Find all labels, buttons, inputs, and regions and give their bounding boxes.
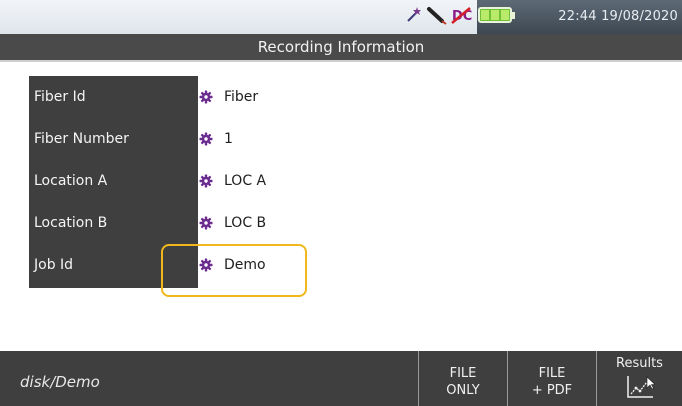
field-value[interactable]: Fiber bbox=[224, 76, 258, 118]
field-row-job-id[interactable]: Job Id Demo bbox=[0, 244, 682, 286]
page-title: Recording Information bbox=[0, 34, 682, 60]
file-pdf-button[interactable]: FILE + PDF bbox=[507, 351, 596, 406]
status-time: 22:44 bbox=[558, 9, 597, 24]
field-label: Fiber Number bbox=[34, 131, 129, 147]
field-row-fiber-number[interactable]: Fiber Number 1 bbox=[0, 118, 682, 160]
softkey-line: FILE bbox=[538, 365, 566, 381]
field-row-location-a[interactable]: Location A LOC A bbox=[0, 160, 682, 202]
gear-icon[interactable] bbox=[199, 174, 213, 188]
results-button[interactable]: Results bbox=[596, 351, 682, 406]
status-icons: DC bbox=[404, 4, 474, 26]
field-row-location-b[interactable]: Location B LOC B bbox=[0, 202, 682, 244]
title-divider bbox=[0, 60, 682, 62]
no-connection-icon: DC bbox=[451, 7, 472, 24]
field-value[interactable]: LOC B bbox=[224, 202, 266, 244]
wand-icon bbox=[407, 7, 421, 22]
gear-icon[interactable] bbox=[199, 90, 213, 104]
field-label: Location B bbox=[34, 215, 108, 231]
field-label: Location A bbox=[34, 173, 108, 189]
softkey-line: + PDF bbox=[531, 382, 573, 398]
field-value[interactable]: 1 bbox=[224, 118, 233, 160]
chart-icon bbox=[626, 376, 655, 398]
file-only-button[interactable]: FILE ONLY bbox=[418, 351, 507, 406]
softkey-line: Results bbox=[616, 356, 663, 371]
field-row-fiber-id[interactable]: Fiber Id Fiber bbox=[0, 76, 682, 118]
bottom-bar: disk/Demo FILE ONLY FILE + PDF Results bbox=[0, 351, 682, 406]
status-datetime: 22:44 19/08/2020 bbox=[558, 9, 678, 24]
status-bar: DC 22:44 19/08/2020 bbox=[0, 0, 682, 34]
highlight-box bbox=[161, 244, 307, 297]
field-label: Job Id bbox=[34, 257, 74, 273]
status-date: 19/08/2020 bbox=[601, 9, 678, 24]
file-path: disk/Demo bbox=[20, 373, 100, 391]
gear-icon[interactable] bbox=[199, 132, 213, 146]
field-value[interactable]: LOC A bbox=[224, 160, 266, 202]
battery-icon bbox=[478, 7, 515, 23]
softkey-line: ONLY bbox=[446, 382, 480, 398]
probe-icon bbox=[427, 7, 447, 25]
field-label: Fiber Id bbox=[34, 89, 86, 105]
gear-icon[interactable] bbox=[199, 216, 213, 230]
softkey-line: FILE bbox=[449, 365, 477, 381]
